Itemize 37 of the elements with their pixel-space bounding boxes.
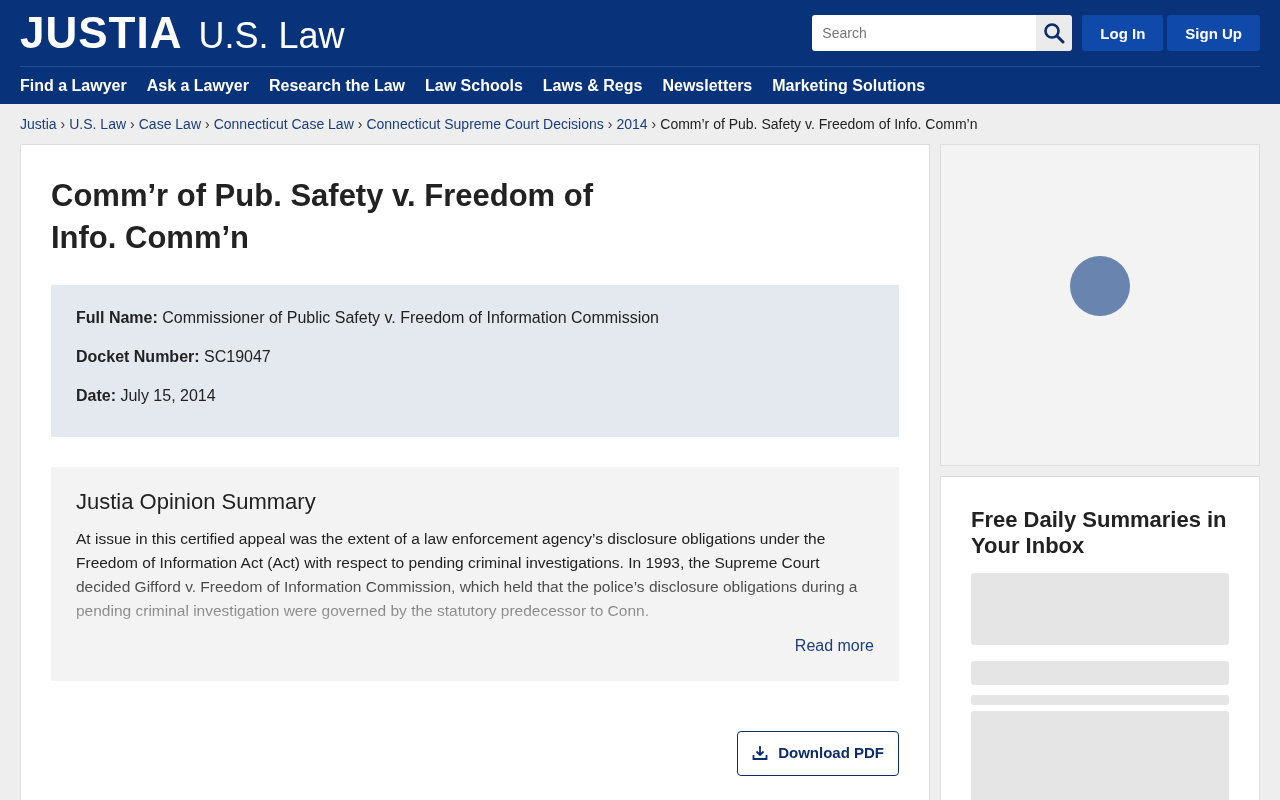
case-detail: Docket Number: SC19047: [76, 347, 272, 367]
download-pdf-button[interactable]: Download PDF: [737, 731, 899, 776]
breadcrumb-current: Comm’r of Pub. Safety v. Freedom of Info. Comm’n: [660, 116, 978, 132]
breadcrumb-link[interactable]: Case Law: [138, 116, 201, 132]
summary-title: Justia Opinion Summary: [76, 489, 317, 515]
log-in-button[interactable]: Log In: [1082, 15, 1164, 51]
nav-link[interactable]: Marketing Solutions: [772, 76, 926, 95]
read-more-link[interactable]: Read more: [794, 637, 874, 655]
nav-link[interactable]: Law Schools: [425, 76, 523, 95]
breadcrumb-link[interactable]: Connecticut Supreme Court Decisions: [366, 116, 604, 132]
breadcrumb-separator: ›: [130, 116, 135, 132]
nav-link[interactable]: Laws & Regs: [542, 76, 643, 95]
nav-link[interactable]: Ask a Lawyer: [146, 76, 249, 95]
search-icon: [1043, 22, 1066, 44]
section-title: U.S. Law: [198, 18, 345, 54]
case-detail: Date: July 15, 2014: [76, 386, 217, 406]
nav-link[interactable]: Research the Law: [269, 76, 406, 95]
breadcrumb-separator: ›: [607, 116, 613, 132]
newsletter-title: Free Daily Summaries in Your Inbox: [971, 507, 1228, 559]
breadcrumb-link[interactable]: Connecticut Case Law: [213, 116, 354, 132]
nav-link[interactable]: Newsletters: [662, 76, 753, 95]
breadcrumb-separator: ›: [651, 116, 657, 132]
case-title: Comm’r of Pub. Safety v. Freedom of Info. Comm’n: [51, 177, 594, 257]
breadcrumb-separator: ›: [205, 116, 210, 132]
site-logo[interactable]: JUSTIA: [20, 11, 183, 55]
nav-link[interactable]: Find a Lawyer: [20, 76, 127, 95]
breadcrumb-separator: ›: [60, 116, 66, 132]
breadcrumb-link[interactable]: U.S. Law: [69, 116, 127, 132]
summary-text: At issue in this certified appeal was the extent of a law enforcement agency’s disclosure obligations under the Freedom of Information Act (Act) with respect to pending criminal investigations. In 1993, the Supreme Court decided Gifford v. Freedom of Information Commission, which held that the police’s disclosure obligations during a pending criminal investigation were governed by the statutory predecessor to Conn.: [76, 529, 859, 621]
breadcrumb-separator: ›: [357, 116, 363, 132]
case-detail: Full Name: Commissioner of Public Safety v. Freedom of Information Commission: [76, 308, 660, 328]
search-field[interactable]: Search: [812, 15, 1037, 51]
sign-up-button[interactable]: Sign Up: [1167, 15, 1260, 51]
breadcrumb-link[interactable]: Justia: [20, 116, 57, 132]
breadcrumb-link[interactable]: 2014: [616, 116, 648, 132]
download-icon: [752, 744, 769, 761]
search-button[interactable]: [1036, 15, 1073, 51]
